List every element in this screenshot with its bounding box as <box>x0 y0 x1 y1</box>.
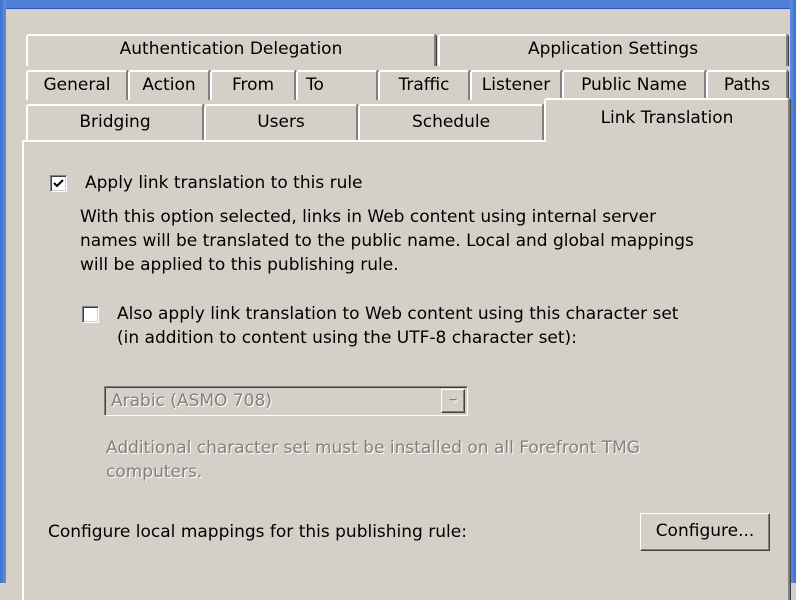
description-line-2: names will be translated to the public n… <box>80 231 694 251</box>
window-top-border <box>0 0 796 9</box>
description-line-1: With this option selected, links in Web … <box>80 207 657 227</box>
window-left-border <box>0 0 6 583</box>
tab-users[interactable]: Users <box>204 104 358 140</box>
window-right-border <box>790 0 796 583</box>
tab-from[interactable]: From <box>210 70 296 100</box>
configure-button[interactable]: Configure... <box>640 513 770 551</box>
description-line-3: will be applied to this publishing rule. <box>80 255 399 275</box>
apply-link-translation-label[interactable]: Apply link translation to this rule <box>85 172 363 194</box>
tab-public-name[interactable]: Public Name <box>562 70 706 100</box>
character-set-select[interactable]: Arabic (ASMO 708) <box>104 386 468 416</box>
character-set-label-line-2[interactable]: (in addition to content using the UTF-8 … <box>117 327 577 349</box>
tab-general[interactable]: General <box>26 70 128 100</box>
character-set-note-line-1: Additional character set must be install… <box>106 438 640 458</box>
tab-paths[interactable]: Paths <box>706 70 788 100</box>
tab-traffic[interactable]: Traffic <box>378 70 470 100</box>
configure-mappings-label: Configure local mappings for this publis… <box>48 522 467 542</box>
tab-to[interactable]: To <box>296 70 378 100</box>
tab-action[interactable]: Action <box>128 70 210 100</box>
tab-application-settings[interactable]: Application Settings <box>438 34 788 66</box>
tab-schedule[interactable]: Schedule <box>358 104 544 140</box>
character-set-note-line-2: computers. <box>106 462 203 482</box>
tab-link-translation[interactable]: Link Translation <box>544 98 790 142</box>
character-set-dropdown-button[interactable] <box>441 389 465 413</box>
chevron-down-icon <box>449 399 458 404</box>
tab-listener[interactable]: Listener <box>470 70 562 100</box>
checkmark-icon <box>53 179 64 188</box>
character-set-label-line-1[interactable]: Also apply link translation to Web conte… <box>117 303 678 325</box>
tab-authentication-delegation[interactable]: Authentication Delegation <box>26 34 436 66</box>
character-set-checkbox[interactable] <box>82 306 99 323</box>
character-set-select-value: Arabic (ASMO 708) <box>111 391 272 411</box>
tab-bridging[interactable]: Bridging <box>26 104 204 140</box>
apply-link-translation-checkbox[interactable] <box>50 175 67 192</box>
